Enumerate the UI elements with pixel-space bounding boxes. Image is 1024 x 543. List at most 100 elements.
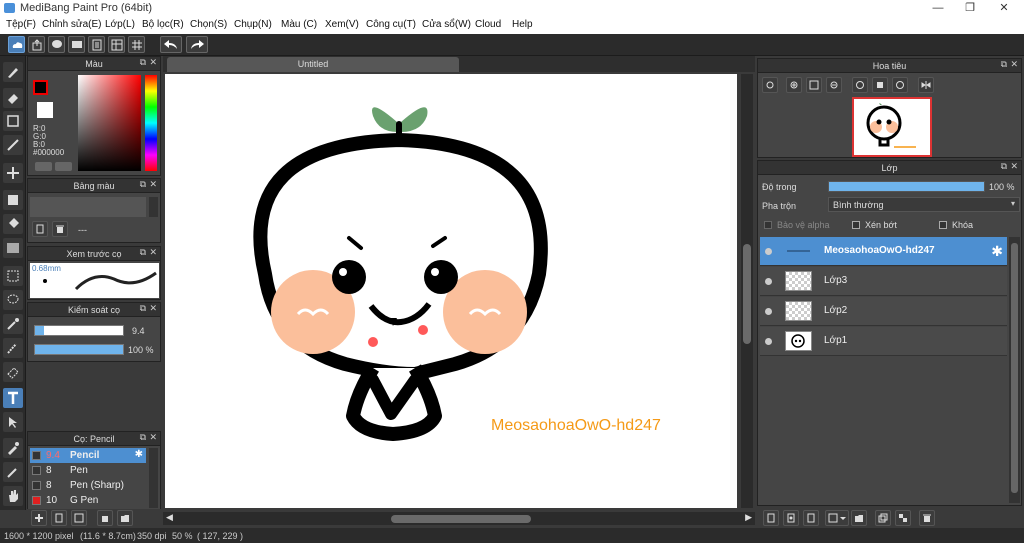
- magic-wand-icon[interactable]: [3, 314, 23, 334]
- fit-window-icon[interactable]: [806, 77, 822, 93]
- layer-row[interactable]: Lớp3: [760, 267, 1007, 296]
- duplicate-layer-icon[interactable]: [875, 510, 891, 526]
- brush-size-slider[interactable]: [34, 325, 124, 336]
- lasso-tool-icon[interactable]: [3, 290, 23, 310]
- swap-color-button[interactable]: [55, 162, 72, 171]
- hand-tool-icon[interactable]: [3, 486, 23, 506]
- new-8bit-layer-icon[interactable]: [803, 510, 819, 526]
- palette-scrollbar[interactable]: [149, 197, 158, 217]
- clipping-checkbox[interactable]: [852, 221, 860, 229]
- hue-slider[interactable]: [145, 75, 157, 171]
- panel-close-icon[interactable]: ✕: [149, 247, 157, 258]
- select-tool-icon[interactable]: [3, 266, 23, 286]
- new-halftone-layer-icon[interactable]: [783, 510, 799, 526]
- panel-close-icon[interactable]: ✕: [1010, 161, 1018, 172]
- menu-layer[interactable]: Lớp(L): [105, 19, 135, 30]
- add-color-button[interactable]: [35, 162, 52, 171]
- zoom-fit-icon[interactable]: [762, 77, 778, 93]
- close-button[interactable]: ✕: [990, 0, 1018, 16]
- palette-swatches[interactable]: [30, 197, 146, 217]
- menu-edit[interactable]: Chỉnh sửa(E): [42, 19, 102, 30]
- minimize-button[interactable]: —: [924, 0, 952, 16]
- primary-color-swatch[interactable]: [33, 80, 48, 95]
- visibility-icon[interactable]: [765, 248, 772, 255]
- flip-icon[interactable]: [918, 77, 934, 93]
- fill-rect-tool-icon[interactable]: [3, 190, 23, 210]
- brush-item[interactable]: 8 Pen (Sharp): [30, 478, 146, 493]
- delete-palette-icon[interactable]: [52, 221, 68, 237]
- share-icon[interactable]: [28, 36, 45, 53]
- layer-opacity-slider[interactable]: [828, 181, 985, 192]
- brush-list-scrollbar[interactable]: [149, 448, 158, 508]
- layer-list-thumb[interactable]: [1011, 243, 1018, 493]
- zoom-in-icon[interactable]: [786, 77, 802, 93]
- rotate-right-icon[interactable]: [892, 77, 908, 93]
- menu-select[interactable]: Chọn(S): [190, 19, 227, 30]
- new-palette-icon[interactable]: [32, 221, 48, 237]
- saturation-picker[interactable]: [78, 75, 141, 171]
- menu-help[interactable]: Help: [512, 19, 533, 30]
- layer-list-scrollbar[interactable]: [1009, 237, 1020, 503]
- operation-tool-icon[interactable]: [3, 412, 23, 432]
- panel-popout-icon[interactable]: ⧉: [1001, 161, 1007, 172]
- brush-item[interactable]: 9.4 Pencil ✱: [30, 448, 146, 463]
- drawing-canvas[interactable]: MeosaohoaOwO-hd247: [165, 74, 737, 508]
- panel-close-icon[interactable]: ✕: [1010, 59, 1018, 70]
- menu-file[interactable]: Tệp(F): [6, 19, 36, 30]
- secondary-color-swatch[interactable]: [37, 102, 53, 118]
- visibility-icon[interactable]: [765, 308, 772, 315]
- canvas-vertical-thumb[interactable]: [743, 244, 751, 344]
- menu-color[interactable]: Màu (C): [281, 19, 317, 30]
- brush-tool-icon[interactable]: [3, 62, 23, 82]
- blend-mode-select[interactable]: Bình thường ▾: [828, 197, 1020, 212]
- delete-layer-icon[interactable]: [919, 510, 935, 526]
- add-layer-menu-icon[interactable]: [825, 510, 849, 526]
- line-tool-icon[interactable]: [3, 135, 23, 155]
- protect-alpha-checkbox[interactable]: [764, 221, 772, 229]
- menu-filter[interactable]: Bộ lọc(R): [142, 19, 184, 30]
- comment-icon[interactable]: [48, 36, 65, 53]
- document-icon[interactable]: [88, 36, 105, 53]
- eyedropper-icon[interactable]: [3, 462, 23, 482]
- scroll-right-icon[interactable]: ▶: [745, 512, 752, 523]
- merge-layer-icon[interactable]: [895, 510, 911, 526]
- layer-settings-icon[interactable]: ✱: [991, 243, 1003, 260]
- select-eraser-icon[interactable]: [3, 362, 23, 382]
- layer-row[interactable]: MeosaohoaOwO-hd247 ✱: [760, 237, 1007, 266]
- panel-close-icon[interactable]: ✕: [149, 179, 157, 190]
- reset-view-icon[interactable]: [872, 77, 888, 93]
- undo-icon[interactable]: [160, 36, 182, 53]
- layer-row[interactable]: Lớp2: [760, 297, 1007, 326]
- scroll-left-icon[interactable]: ◀: [166, 512, 173, 523]
- menu-window[interactable]: Cửa sổ(W): [422, 19, 471, 30]
- canvas-vertical-scrollbar[interactable]: [741, 74, 753, 508]
- document-tab[interactable]: Untitled: [167, 57, 459, 72]
- delete-brush-icon[interactable]: [97, 510, 113, 526]
- panel-close-icon[interactable]: ✕: [149, 432, 157, 443]
- lock-checkbox[interactable]: [939, 221, 947, 229]
- bucket-tool-icon[interactable]: [3, 214, 23, 234]
- panel-layout-icon[interactable]: [108, 36, 125, 53]
- cloud-icon[interactable]: [8, 36, 25, 53]
- dropper-tool-icon[interactable]: [3, 438, 23, 458]
- panel-popout-icon[interactable]: ⧉: [140, 247, 146, 258]
- layer-folder-icon[interactable]: [851, 510, 867, 526]
- brush-menu-icon[interactable]: [71, 510, 87, 526]
- navigator-thumbnail[interactable]: [852, 97, 932, 157]
- gradient-tool-icon[interactable]: [3, 238, 23, 258]
- rotate-left-icon[interactable]: [852, 77, 868, 93]
- new-layer-icon[interactable]: [763, 510, 779, 526]
- redo-icon[interactable]: [186, 36, 208, 53]
- panel-popout-icon[interactable]: ⧉: [140, 432, 146, 443]
- visibility-icon[interactable]: [765, 338, 772, 345]
- rectangle-tool-icon[interactable]: [3, 111, 23, 131]
- panel-popout-icon[interactable]: ⧉: [1001, 59, 1007, 70]
- grid-icon[interactable]: [128, 36, 145, 53]
- brush-settings-icon[interactable]: ✱: [135, 449, 143, 460]
- brush-folder-icon[interactable]: [117, 510, 133, 526]
- menu-capture[interactable]: Chụp(N): [234, 19, 272, 30]
- text-tool-icon[interactable]: [3, 388, 23, 408]
- select-pen-icon[interactable]: [3, 338, 23, 358]
- chat-icon[interactable]: [68, 36, 85, 53]
- new-brush-icon[interactable]: [51, 510, 67, 526]
